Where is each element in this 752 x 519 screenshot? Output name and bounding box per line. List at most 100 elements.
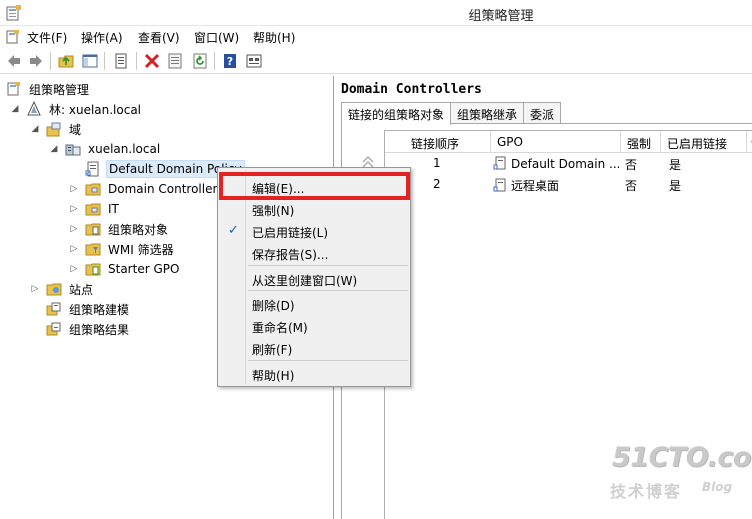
menu-item-save-report[interactable]: 保存报告(S)... bbox=[220, 242, 408, 264]
expanded-arrow-icon[interactable]: ◢ bbox=[30, 124, 40, 134]
gpo-results-icon bbox=[46, 322, 61, 336]
menu-item-label: 已启用链接(L) bbox=[252, 226, 329, 240]
tree-item-gpo-modeling[interactable]: 组策略建模 bbox=[30, 299, 131, 319]
column-gpo-status[interactable]: G bbox=[747, 131, 752, 153]
ou-folder-icon bbox=[85, 183, 101, 196]
tree-label: WMI 筛选器 bbox=[108, 242, 174, 257]
back-icon[interactable] bbox=[5, 52, 23, 70]
svg-text:?: ? bbox=[227, 55, 233, 68]
toolbar-separator bbox=[104, 52, 105, 70]
tree-label: 林: xuelan.local bbox=[49, 102, 142, 117]
properties-icon[interactable] bbox=[166, 52, 184, 70]
watermark-blog: Blog bbox=[702, 480, 733, 494]
menu-bar: 文件(F) 操作(A) 查看(V) 窗口(W) 帮助(H) bbox=[0, 26, 752, 48]
gpo-folder-icon bbox=[85, 223, 101, 236]
toolbar-separator bbox=[214, 52, 215, 70]
menu-action[interactable]: 操作(A) bbox=[81, 29, 123, 46]
tree-label: 组策略对象 bbox=[108, 222, 169, 237]
tree-label: Domain Controllers bbox=[108, 182, 224, 196]
menu-window[interactable]: 窗口(W) bbox=[194, 29, 239, 46]
toolbar-separator bbox=[136, 52, 137, 70]
column-enforced[interactable]: 强制 bbox=[621, 131, 661, 153]
menu-item-enforced[interactable]: 强制(N) bbox=[220, 198, 408, 220]
menu-item-refresh[interactable]: 刷新(F) bbox=[220, 337, 408, 359]
tab-gpo-inheritance[interactable]: 组策略继承 bbox=[450, 102, 525, 124]
row-enforced: 否 bbox=[625, 179, 638, 193]
tree-item-domains[interactable]: ◢ 域 bbox=[30, 119, 83, 139]
row-gpo-name: 远程桌面 bbox=[511, 179, 560, 193]
refresh-icon[interactable] bbox=[191, 52, 209, 70]
tree-item-forest[interactable]: ◢ 林: xuelan.local bbox=[10, 99, 143, 119]
tree-item-gpmc-root[interactable]: 组策略管理 bbox=[6, 79, 91, 99]
collapsed-arrow-icon[interactable]: ▷ bbox=[69, 224, 79, 234]
tree-item-gpo-results[interactable]: 组策略结果 bbox=[30, 319, 131, 339]
ou-folder-icon bbox=[85, 203, 101, 216]
toolbar: ? bbox=[0, 48, 752, 74]
column-link-enabled[interactable]: 已启用链接 bbox=[661, 131, 747, 153]
starter-gpo-folder-icon bbox=[85, 263, 101, 276]
expanded-arrow-icon[interactable]: ◢ bbox=[10, 104, 20, 114]
checkmark-icon: ✓ bbox=[228, 223, 239, 238]
gpmc-root-icon bbox=[7, 82, 20, 96]
snapin-view-icon[interactable] bbox=[245, 52, 263, 70]
tree-item-starter-gpo[interactable]: ▷ Starter GPO bbox=[69, 259, 181, 279]
watermark-subtitle: 技术博客 bbox=[610, 482, 683, 501]
row-link-enabled: 是 bbox=[669, 158, 682, 172]
tree-item-domain-controllers[interactable]: ▷ Domain Controllers bbox=[69, 179, 226, 199]
collapsed-arrow-icon[interactable]: ▷ bbox=[69, 204, 79, 214]
system-menu-icon[interactable] bbox=[5, 29, 21, 45]
menu-item-edit[interactable]: 编辑(E)... bbox=[220, 176, 408, 198]
menu-view[interactable]: 查看(V) bbox=[138, 29, 180, 46]
tree-item-wmi-filters[interactable]: ▷ WMI 筛选器 bbox=[69, 239, 176, 259]
tree-label: 域 bbox=[69, 122, 82, 137]
row-gpo: Default Domain ... bbox=[493, 153, 619, 173]
forest-icon bbox=[27, 101, 41, 116]
title-bar: 组策略管理 bbox=[0, 0, 752, 26]
menu-help[interactable]: 帮助(H) bbox=[253, 29, 295, 46]
tab-delegation[interactable]: 委派 bbox=[523, 102, 562, 124]
gpo-link-icon bbox=[493, 156, 506, 170]
details-title: Domain Controllers bbox=[341, 82, 482, 97]
delete-icon[interactable] bbox=[143, 52, 161, 70]
expanded-arrow-icon[interactable]: ◢ bbox=[49, 144, 59, 154]
menu-item-delete[interactable]: 删除(D) bbox=[220, 293, 408, 315]
help-icon[interactable]: ? bbox=[221, 52, 239, 70]
collapsed-arrow-icon[interactable]: ▷ bbox=[69, 264, 79, 274]
collapsed-arrow-icon[interactable]: ▷ bbox=[30, 284, 40, 294]
collapsed-arrow-icon[interactable]: ▷ bbox=[69, 244, 79, 254]
gpo-modeling-icon bbox=[46, 302, 61, 316]
tree-label: IT bbox=[108, 202, 119, 216]
tree-label: Starter GPO bbox=[108, 262, 180, 276]
show-hide-tree-icon[interactable] bbox=[81, 52, 99, 70]
tab-linked-gpos[interactable]: 链接的组策略对象 bbox=[341, 102, 452, 125]
up-folder-icon[interactable] bbox=[57, 52, 75, 70]
context-menu: 编辑(E)... 强制(N) ✓ 已启用链接(L) 保存报告(S)... 从这里… bbox=[217, 167, 411, 387]
watermark: 51CTO.com 技术博客 Blog bbox=[606, 442, 752, 504]
menu-item-rename[interactable]: 重命名(M) bbox=[220, 315, 408, 337]
tree-item-gpo-objects[interactable]: ▷ 组策略对象 bbox=[69, 219, 170, 239]
collapsed-arrow-icon[interactable]: ▷ bbox=[69, 184, 79, 194]
menu-item-help[interactable]: 帮助(H) bbox=[220, 363, 408, 385]
row-order: 1 bbox=[433, 156, 441, 170]
wmi-folder-icon bbox=[85, 243, 101, 256]
row-enforced: 否 bbox=[625, 158, 638, 172]
properties-sheet-icon[interactable] bbox=[112, 52, 130, 70]
tree-item-it[interactable]: ▷ IT bbox=[69, 199, 121, 219]
tree-label: 组策略管理 bbox=[29, 82, 90, 97]
column-link-order[interactable]: 链接顺序 bbox=[385, 131, 491, 153]
menu-item-link-enabled[interactable]: ✓ 已启用链接(L) bbox=[220, 220, 408, 242]
menu-separator bbox=[248, 265, 408, 266]
gpo-link-icon bbox=[493, 178, 506, 192]
column-gpo[interactable]: GPO bbox=[491, 131, 621, 153]
domain-icon bbox=[65, 144, 81, 156]
tree-label: 组策略结果 bbox=[69, 322, 130, 337]
tree-item-domain[interactable]: ◢ xuelan.local bbox=[49, 139, 162, 159]
menu-file[interactable]: 文件(F) bbox=[27, 29, 67, 46]
menu-item-new-window[interactable]: 从这里创建窗口(W) bbox=[220, 268, 408, 290]
tree-item-sites[interactable]: ▷ 站点 bbox=[30, 279, 95, 299]
forward-icon[interactable] bbox=[27, 52, 45, 70]
toolbar-separator bbox=[50, 52, 51, 70]
